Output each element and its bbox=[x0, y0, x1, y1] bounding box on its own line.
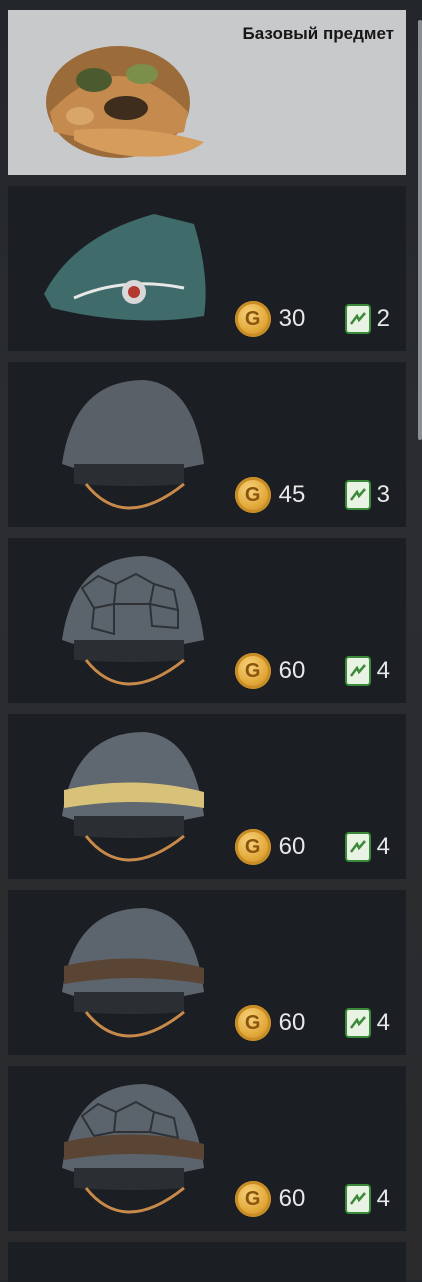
item-price: G 30 2 bbox=[234, 301, 390, 337]
mesh-helmet-image bbox=[62, 556, 204, 686]
ticket-icon bbox=[344, 1184, 371, 1214]
ticket-icon bbox=[344, 480, 371, 510]
coin-icon: G bbox=[234, 829, 271, 865]
item-card-helmet-mesh-band[interactable]: G 60 4 bbox=[8, 1066, 406, 1231]
helmet-image bbox=[62, 380, 204, 510]
scrollbar[interactable] bbox=[418, 20, 422, 440]
coin-cost: 30 bbox=[278, 305, 306, 332]
coin-cost: 60 bbox=[278, 1009, 306, 1036]
band-helmet-image bbox=[62, 732, 204, 862]
item-card-side-cap[interactable]: G 30 2 bbox=[8, 186, 406, 351]
ticket-cost: 4 bbox=[376, 1009, 390, 1036]
mesh-band-helmet-image bbox=[62, 1084, 204, 1214]
item-card-partial[interactable] bbox=[8, 1242, 406, 1282]
coin-cost: 60 bbox=[278, 1185, 306, 1212]
item-card-helmet-brown-band[interactable]: G 60 4 bbox=[8, 890, 406, 1055]
item-price: G 60 4 bbox=[234, 1005, 390, 1041]
base-item-card[interactable]: Базовый предмет bbox=[8, 10, 406, 175]
coin-cost: 45 bbox=[278, 481, 306, 508]
item-price: G 60 4 bbox=[234, 829, 390, 865]
ticket-cost: 4 bbox=[376, 1185, 390, 1212]
base-item-label: Базовый предмет bbox=[242, 24, 394, 43]
item-price: G 60 4 bbox=[234, 653, 390, 689]
coin-cost: 60 bbox=[278, 657, 306, 684]
item-card-helmet[interactable]: G 45 3 bbox=[8, 362, 406, 527]
ticket-icon bbox=[344, 304, 371, 334]
coin-icon: G bbox=[234, 653, 271, 689]
coin-icon: G bbox=[234, 301, 271, 337]
ticket-cost: 4 bbox=[376, 657, 390, 684]
side-cap-image bbox=[44, 214, 206, 321]
item-card-helmet-yellow-band[interactable]: G 60 4 bbox=[8, 714, 406, 879]
customization-list: Базовый предмет G 30 2 G 45 3 G 60 4 G 6… bbox=[8, 10, 406, 1242]
camo-cap-image bbox=[46, 46, 204, 158]
ticket-cost: 2 bbox=[376, 305, 390, 332]
item-price: G 45 3 bbox=[234, 477, 390, 513]
ticket-icon bbox=[344, 832, 371, 862]
ticket-cost: 3 bbox=[376, 481, 390, 508]
coin-cost: 60 bbox=[278, 833, 306, 860]
ticket-cost: 4 bbox=[376, 833, 390, 860]
ticket-icon bbox=[344, 656, 371, 686]
ticket-icon bbox=[344, 1008, 371, 1038]
brown-band-helmet-image bbox=[62, 908, 204, 1038]
coin-icon: G bbox=[234, 1181, 271, 1217]
item-card-helmet-mesh[interactable]: G 60 4 bbox=[8, 538, 406, 703]
item-price: G 60 4 bbox=[234, 1181, 390, 1217]
coin-icon: G bbox=[234, 477, 271, 513]
coin-icon: G bbox=[234, 1005, 271, 1041]
